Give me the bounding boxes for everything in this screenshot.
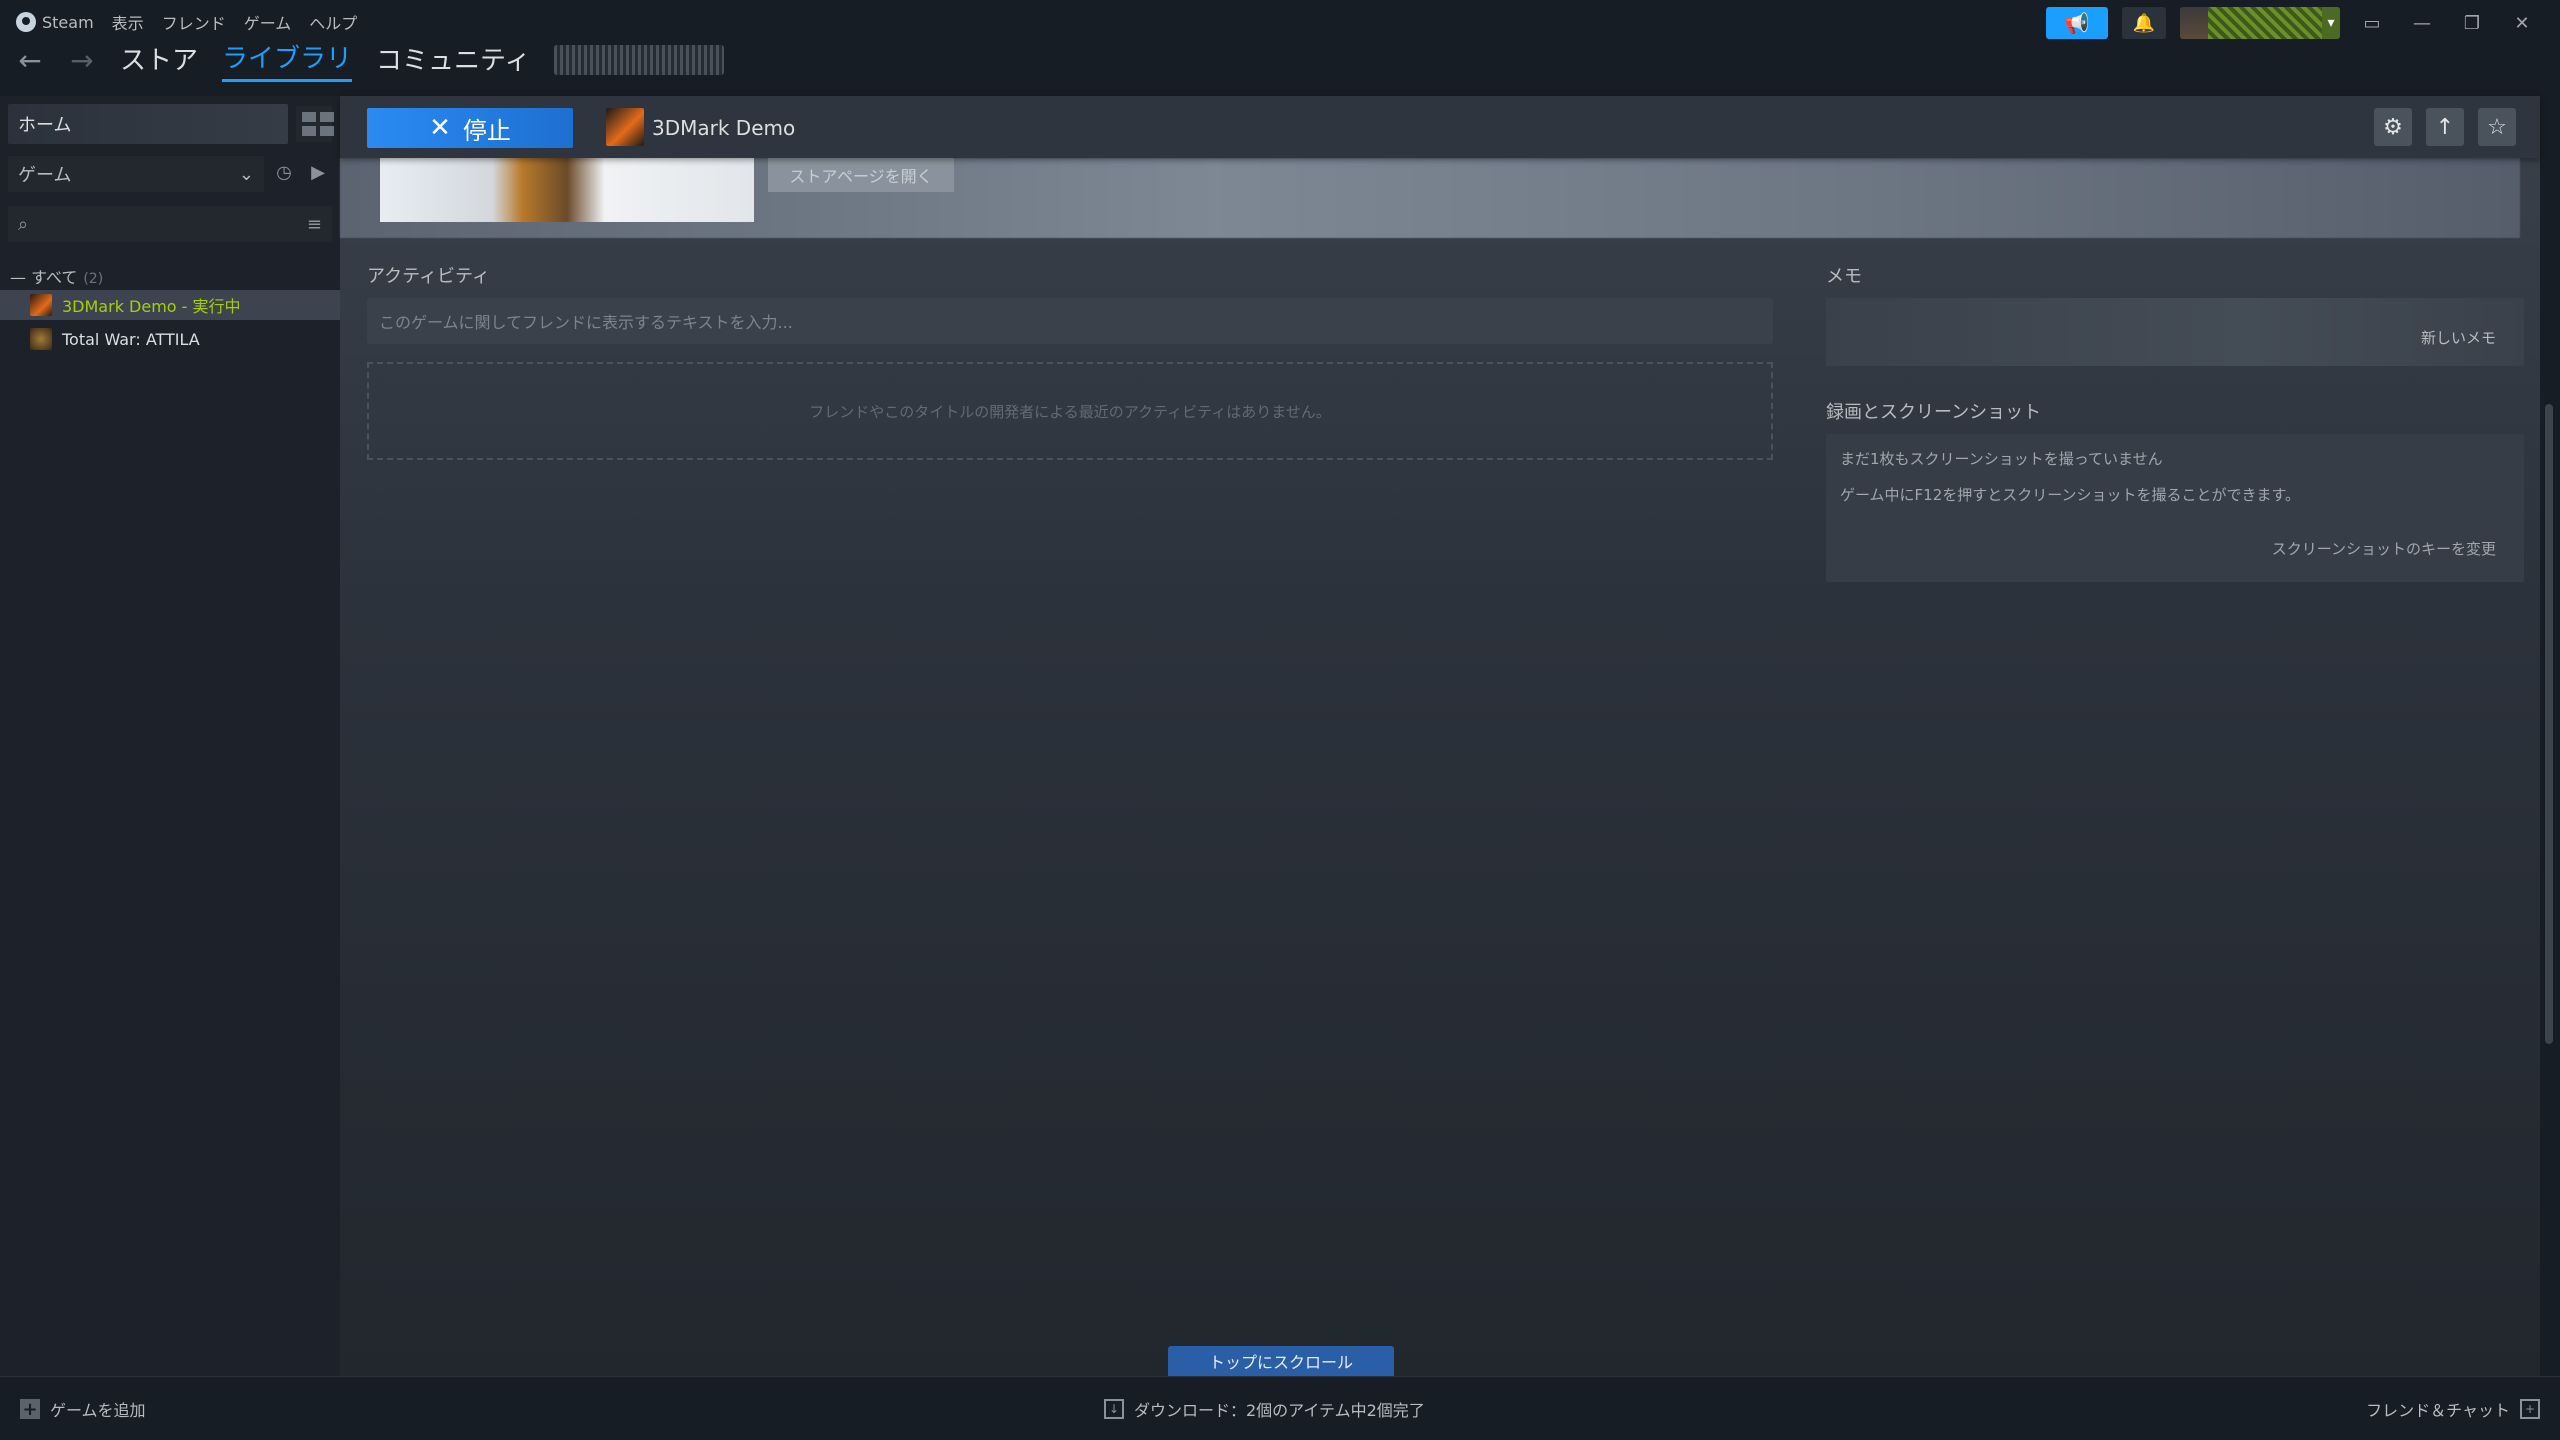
activity-title: アクティビティ (367, 266, 490, 287)
notifications-button[interactable]: 🔔 (2122, 7, 2166, 39)
recent-clock-icon[interactable]: ◷ (272, 162, 296, 186)
megaphone-icon: 📢 (2064, 11, 2090, 35)
settings-button[interactable]: ⚙ (2374, 108, 2412, 146)
top-right-controls: 📢 🔔 ▾ ▭ — ❐ ✕ (2046, 6, 2540, 40)
view-menu[interactable]: 表示 (112, 10, 144, 34)
list-item-total-war-attila[interactable]: Total War: ATTILA (0, 324, 340, 354)
add-game-button[interactable]: + ゲームを追加 (20, 1397, 146, 1421)
stop-button[interactable]: ✕ 停止 (367, 108, 573, 148)
plus-icon: + (20, 1399, 40, 1420)
forward-arrow-icon[interactable]: → (68, 44, 96, 77)
library-search-input[interactable]: ⌕ ≡ (8, 206, 332, 242)
downloads-status[interactable]: ↓ ダウンロード：2個のアイテム中2個完了 (1104, 1397, 1425, 1421)
home-button[interactable]: ホーム (8, 104, 288, 144)
play-filter-icon[interactable]: ▶ (306, 162, 330, 186)
account-menu[interactable]: ▾ (2180, 7, 2340, 39)
steam-logo-icon (16, 12, 36, 32)
attila-game-icon (30, 328, 52, 350)
friends-menu[interactable]: フレンド (162, 10, 226, 34)
all-games-header[interactable]: — すべて (2) (10, 264, 103, 288)
3dmark-game-icon (606, 108, 644, 146)
game-title: 3DMark Demo (652, 116, 796, 140)
friends-chat-icon: + (2520, 1399, 2540, 1419)
game-name: Total War: ATTILA (62, 329, 200, 349)
game-detail-panel: ストアページを開く ✕ 停止 3DMark Demo ⚙ ↑ ☆ アクティビティ… (340, 96, 2540, 1376)
gear-icon: ⚙ (2383, 114, 2403, 140)
tab-username-redacted[interactable] (554, 45, 725, 75)
restore-button[interactable]: ❐ (2454, 13, 2490, 34)
collection-filter-label: ゲーム (18, 165, 72, 186)
memo-panel: 新しいメモ (1826, 298, 2524, 366)
screenshots-title: 録画とスクリーンショット (1826, 402, 2042, 423)
favorite-button[interactable]: ☆ (2478, 108, 2516, 146)
bottom-bar: + ゲームを追加 ↓ ダウンロード：2個のアイテム中2個完了 フレンド＆チャット… (0, 1376, 2560, 1440)
stop-label: 停止 (462, 116, 511, 145)
game-running-state: - 実行中 (176, 297, 241, 316)
minimize-button[interactable]: — (2404, 13, 2440, 34)
avatar (2180, 7, 2208, 39)
game-action-bar: ✕ 停止 3DMark Demo ⚙ ↑ ☆ (340, 96, 2540, 158)
change-screenshot-key-link[interactable]: スクリーンショットのキーを変更 (2272, 538, 2496, 559)
store-page-button[interactable]: ストアページを開く (768, 158, 954, 192)
screenshot-hint-text: ゲーム中にF12を押すとスクリーンショットを撮ることができます。 (1840, 486, 2301, 504)
announcements-button[interactable]: 📢 (2046, 7, 2108, 39)
star-icon: ☆ (2487, 114, 2507, 140)
no-screenshots-text: まだ1枚もスクリーンショットを撮っていません (1840, 450, 2163, 468)
chevron-down-icon: ▾ (2322, 7, 2340, 39)
scroll-up-button[interactable]: ↑ (2426, 108, 2464, 146)
menu-bar: Steam 表示 フレンド ゲーム ヘルプ (16, 8, 357, 36)
activity-post-input[interactable]: このゲームに関してフレンドに表示するテキストを入力... (367, 298, 1773, 344)
memo-title: メモ (1826, 266, 1862, 287)
download-icon: ↓ (1104, 1399, 1124, 1419)
account-name-redacted (2208, 7, 2322, 39)
steam-menu[interactable]: Steam (16, 12, 94, 32)
all-games-count: (2) (83, 271, 104, 287)
filter-icon[interactable]: ≡ (307, 214, 322, 235)
grid-view-icon[interactable] (296, 106, 334, 142)
bell-icon: 🔔 (2132, 12, 2156, 34)
big-picture-icon[interactable]: ▭ (2354, 13, 2390, 34)
friends-chat-button[interactable]: フレンド＆チャット + (2366, 1397, 2540, 1421)
friends-chat-label: フレンド＆チャット (2366, 1401, 2510, 1420)
library-sidebar: ホーム ゲーム ⌄ ◷ ▶ ⌕ ≡ — すべて (2) 3DMark Demo -… (0, 96, 340, 1376)
game-name: 3DMark Demo (62, 297, 177, 316)
nav-row: ← → ストア ライブラリ コミュニティ (16, 38, 725, 82)
arrow-up-icon: ↑ (2435, 114, 2455, 140)
3dmark-game-icon (30, 294, 52, 316)
scroll-to-top-button[interactable]: トップにスクロール (1168, 1346, 1394, 1376)
top-bar: Steam 表示 フレンド ゲーム ヘルプ ← → ストア ライブラリ コミュニ… (0, 0, 2560, 96)
new-memo-button[interactable]: 新しいメモ (2421, 327, 2496, 348)
tab-community[interactable]: コミュニティ (376, 40, 530, 81)
help-menu[interactable]: ヘルプ (309, 10, 357, 34)
collection-filter-dropdown[interactable]: ゲーム ⌄ (8, 156, 264, 192)
add-game-label: ゲームを追加 (50, 1401, 146, 1420)
screenshots-panel: まだ1枚もスクリーンショットを撮っていません ゲーム中にF12を押すとスクリーン… (1826, 434, 2524, 582)
tab-store[interactable]: ストア (120, 40, 198, 81)
tab-library[interactable]: ライブラリ (222, 38, 353, 82)
all-games-label: — すべて (10, 268, 78, 287)
close-button[interactable]: ✕ (2504, 13, 2540, 34)
main-scrollbar[interactable] (2545, 404, 2553, 1044)
steam-window: Steam 表示 フレンド ゲーム ヘルプ ← → ストア ライブラリ コミュニ… (0, 0, 2560, 1440)
home-label: ホーム (18, 115, 72, 136)
games-menu[interactable]: ゲーム (244, 10, 292, 34)
game-header-image (380, 158, 754, 222)
search-icon: ⌕ (18, 213, 29, 235)
back-arrow-icon[interactable]: ← (16, 44, 44, 77)
list-item-3dmark-demo[interactable]: 3DMark Demo - 実行中 (0, 290, 340, 320)
downloads-label: ダウンロード：2個のアイテム中2個完了 (1134, 1401, 1425, 1420)
activity-empty-state: フレンドやこのタイトルの開発者による最近のアクティビティはありません。 (367, 362, 1773, 460)
steam-menu-label: Steam (42, 12, 94, 32)
chevron-down-icon: ⌄ (238, 163, 254, 185)
close-icon: ✕ (429, 113, 451, 143)
